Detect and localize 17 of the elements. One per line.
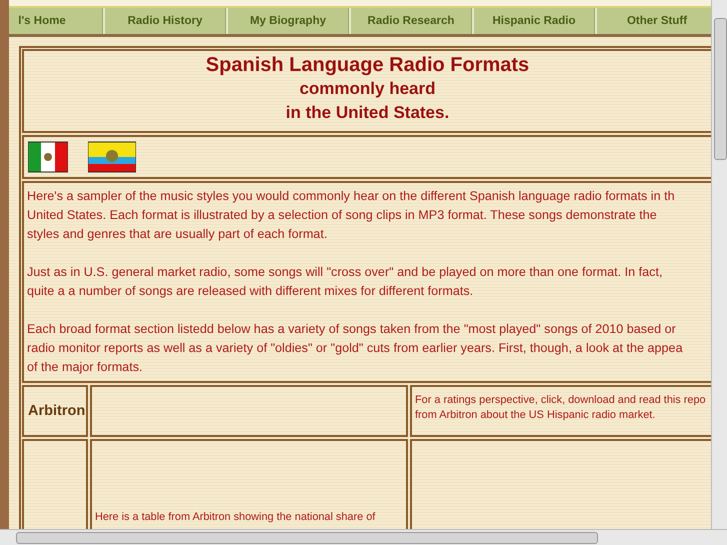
row-label: Arbitron [28, 403, 86, 419]
nav-tab[interactable]: Radio History [103, 8, 226, 34]
page-subtitle: commonly heard [299, 78, 436, 100]
nav-tab[interactable]: Hispanic Radio [472, 8, 595, 34]
nav-tab[interactable]: Radio Research [349, 8, 472, 34]
page-title: Spanish Language Radio Formats [206, 54, 530, 76]
intro-paragraph: Just as in U.S. general market radio, some songs will "cross over" and be played on more than one format. In fact, quite a a number of songs are released with different mixes for different formats. [27, 264, 664, 300]
nav-tab[interactable]: My Biography [226, 8, 349, 34]
intro-paragraph: Each broad format section listedd below has a variety of songs taken from the "most played" songs of 2010 based or radio monitor reports as well as a variety of "oldies" or "gold" cuts from earlier years. First, though, a look at the appea of the major formats. [27, 321, 684, 376]
horizontal-scrollbar[interactable] [0, 529, 727, 545]
flag-icon [88, 141, 136, 173]
cell-text: Here is a table from Arbitron showing the national share of [94, 510, 376, 525]
vertical-scrollbar[interactable] [711, 0, 727, 530]
cell-text: For a ratings perspective, click, download and read this repo from Arbitron about the US Hispanic radio market. [414, 393, 707, 423]
page-subtitle: in the United States. [286, 102, 450, 124]
intro-paragraph: Here's a sampler of the music styles you would commonly hear on the different Spanish language radio formats in th United States. Each format is illustrated by a selection of song clips in MP3 format. These songs demonstrate the styles and genres that are usually part of each format. [27, 188, 676, 243]
flag-icon [28, 141, 68, 173]
